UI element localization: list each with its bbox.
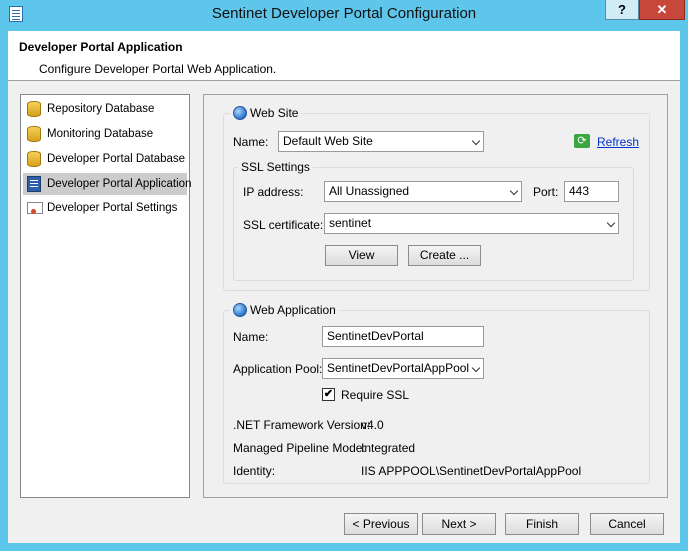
refresh-link[interactable]: Refresh — [597, 135, 639, 149]
require-ssl-checkbox[interactable]: ✔ — [322, 388, 335, 401]
web-site-group-label: Web Site — [230, 105, 302, 121]
ssl-settings-group: SSL Settings IP address: All Unassigned … — [233, 159, 634, 281]
nav-item-developer-portal-application[interactable]: Developer Portal Application — [23, 173, 191, 195]
framework-version-value: v4.0 — [361, 418, 384, 432]
help-button[interactable]: ? — [605, 0, 639, 20]
port-label: Port: — [533, 185, 559, 199]
chevron-down-icon — [471, 363, 481, 373]
website-name-select[interactable]: Default Web Site — [278, 131, 484, 152]
web-site-group: Web Site Name: Default Web Site ⟳ Refres… — [223, 105, 650, 291]
nav-item-label: Monitoring Database — [47, 128, 154, 140]
identity-value: IIS APPPOOL\SentinetDevPortalAppPool — [361, 464, 582, 478]
previous-button[interactable]: < Previous — [344, 513, 418, 535]
wizard-steps-list: Repository Database Monitoring Database … — [20, 94, 191, 498]
nav-item-repository-database[interactable]: Repository Database — [23, 98, 187, 120]
database-icon — [27, 151, 41, 167]
website-name-label: Name: — [233, 135, 269, 149]
globe-icon — [233, 106, 247, 120]
framework-version-label: .NET Framework Version: — [233, 418, 371, 432]
chevron-down-icon — [606, 218, 616, 228]
page-subtitle: Configure Developer Portal Web Applicati… — [39, 62, 277, 76]
identity-label: Identity: — [233, 464, 276, 478]
create-certificate-button[interactable]: Create ... — [408, 245, 481, 266]
database-icon — [27, 126, 41, 142]
chevron-down-icon — [509, 186, 519, 196]
page-title: Developer Portal Application — [19, 40, 183, 54]
ssl-certificate-select[interactable]: sentinet — [324, 213, 619, 234]
nav-item-label: Developer Portal Application — [47, 178, 192, 190]
cancel-button[interactable]: Cancel — [590, 513, 664, 535]
nav-item-monitoring-database[interactable]: Monitoring Database — [23, 123, 187, 145]
webapp-name-label: Name: — [233, 330, 269, 344]
globe-icon — [233, 303, 247, 317]
certificate-icon — [27, 202, 43, 214]
view-certificate-button[interactable]: View — [325, 245, 398, 266]
close-button[interactable]: ✕ — [639, 0, 685, 20]
web-application-group-label: Web Application — [230, 302, 339, 318]
pipeline-mode-label: Managed Pipeline Mode: — [233, 441, 366, 455]
require-ssl-label[interactable]: Require SSL — [341, 388, 409, 402]
application-icon — [27, 176, 41, 192]
nav-item-developer-portal-database[interactable]: Developer Portal Database — [23, 148, 187, 170]
port-input[interactable]: 443 — [564, 181, 619, 202]
chevron-down-icon — [471, 136, 481, 146]
ip-address-label: IP address: — [243, 185, 304, 199]
nav-item-label: Developer Portal Database — [47, 153, 186, 165]
pipeline-mode-value: Integrated — [361, 441, 416, 455]
application-pool-select[interactable]: SentinetDevPortalAppPool — [322, 358, 484, 379]
web-application-group: Web Application Name: SentinetDevPortal … — [223, 302, 650, 484]
window-title: Sentinet Developer Portal Configuration — [211, 5, 477, 22]
nav-item-label: Developer Portal Settings — [47, 202, 178, 214]
nav-item-developer-portal-settings[interactable]: Developer Portal Settings — [23, 197, 187, 219]
database-icon — [27, 101, 41, 117]
application-pool-label: Application Pool: — [233, 362, 323, 376]
ip-address-select[interactable]: All Unassigned — [324, 181, 522, 202]
refresh-icon[interactable]: ⟳ — [574, 134, 590, 148]
dialog-client-area: Developer Portal Application Configure D… — [8, 31, 680, 543]
finish-button[interactable]: Finish — [505, 513, 579, 535]
wizard-header: Developer Portal Application Configure D… — [8, 31, 680, 81]
nav-item-label: Repository Database — [47, 103, 155, 115]
ssl-settings-group-label: SSL Settings — [238, 159, 313, 175]
configuration-window: Sentinet Developer Portal Configuration … — [0, 0, 688, 551]
title-bar[interactable]: Sentinet Developer Portal Configuration … — [0, 0, 688, 30]
webapp-name-input[interactable]: SentinetDevPortal — [322, 326, 484, 347]
next-button[interactable]: Next > — [422, 513, 496, 535]
content-panel: Web Site Name: Default Web Site ⟳ Refres… — [203, 94, 668, 498]
ssl-certificate-label: SSL certificate: — [243, 218, 324, 232]
